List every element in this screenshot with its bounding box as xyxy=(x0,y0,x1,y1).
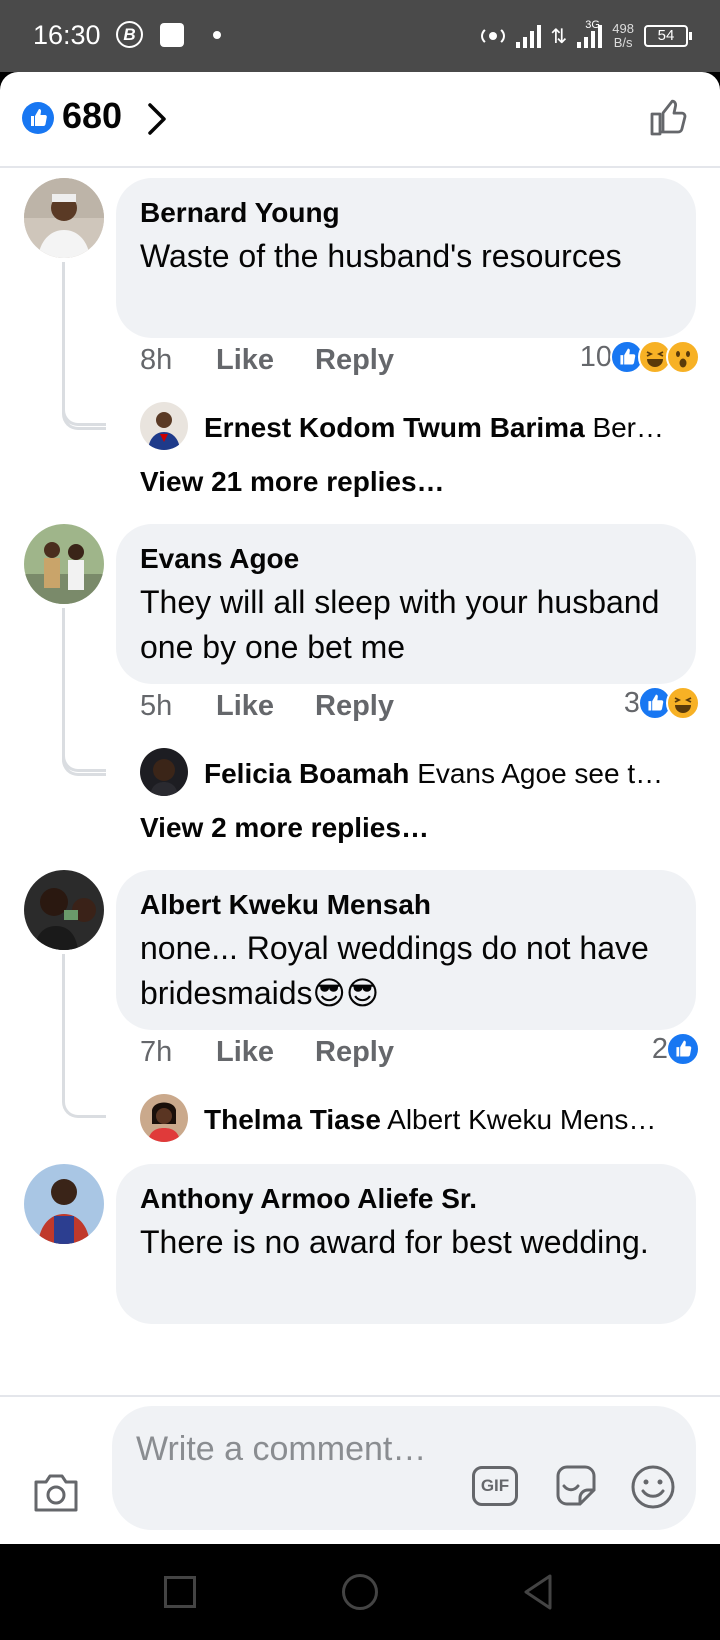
status-bar: 16:30 B ⇅ 3G 498 B/s 54 xyxy=(0,0,720,72)
avatar[interactable] xyxy=(24,870,104,950)
comment-actions: 8h Like Reply 10 xyxy=(140,340,700,384)
reply-button[interactable]: Reply xyxy=(315,1036,394,1069)
signal-icon xyxy=(515,24,541,48)
network-speed-unit: B/s xyxy=(613,35,633,50)
notification-square-icon xyxy=(160,23,184,47)
comment-bubble[interactable]: Bernard Young Waste of the husband's res… xyxy=(116,178,696,338)
comment-time: 8h xyxy=(140,344,173,376)
reaction-summary[interactable]: 3 xyxy=(624,686,700,720)
comment-text: none... Royal weddings do not have bride… xyxy=(140,930,649,1011)
comment-author[interactable]: Bernard Young xyxy=(140,196,670,230)
signal-3g-icon: 3G xyxy=(577,19,603,48)
notification-dot-icon xyxy=(213,31,221,39)
thread-line xyxy=(62,402,106,430)
like-button[interactable]: Like xyxy=(216,690,274,723)
comment-input[interactable]: Write a comment… xyxy=(136,1428,436,1470)
network-type-label: 3G xyxy=(585,19,600,31)
reply-author[interactable]: Thelma Tiase xyxy=(204,1104,381,1135)
reply-preview[interactable]: Thelma Tiase Albert Kweku Mens… xyxy=(140,1094,700,1144)
comment-time: 7h xyxy=(140,1036,173,1068)
reply-button[interactable]: Reply xyxy=(315,690,394,723)
reply-text: Albert Kweku Mens… xyxy=(387,1104,657,1135)
reply-author[interactable]: Ernest Kodom Twum Barima xyxy=(204,412,585,443)
network-speed: 498 B/s xyxy=(612,22,634,50)
wow-reaction-icon xyxy=(666,340,700,374)
view-more-replies[interactable]: View 21 more replies… xyxy=(140,466,445,498)
status-indicators: ⇅ 3G 498 B/s 54 xyxy=(480,14,692,58)
camera-icon[interactable] xyxy=(32,1472,80,1512)
comment-actions: 7h Like Reply 2 xyxy=(140,1032,700,1076)
comment-time: 5h xyxy=(140,690,173,722)
reactions-header: 680 xyxy=(0,72,720,168)
composer-divider xyxy=(0,1395,720,1397)
reply-text: Evans Agoe see t… xyxy=(417,758,664,789)
sticker-icon[interactable] xyxy=(552,1462,600,1510)
like-button[interactable]: Like xyxy=(216,1036,274,1069)
comment-text: Waste of the husband's resources xyxy=(140,238,622,274)
gif-button[interactable]: GIF xyxy=(472,1466,518,1506)
view-more-replies[interactable]: View 2 more replies… xyxy=(140,812,429,844)
comment-actions: 5h Like Reply 3 xyxy=(140,686,700,730)
recents-button[interactable] xyxy=(164,1576,196,1608)
status-time: 16:30 xyxy=(33,20,101,50)
haha-reaction-icon xyxy=(666,686,700,720)
emoji-icon[interactable] xyxy=(630,1464,676,1510)
thread-line xyxy=(62,748,106,776)
avatar[interactable] xyxy=(24,1164,104,1244)
data-arrows-icon: ⇅ xyxy=(550,25,568,48)
like-reaction-icon[interactable] xyxy=(22,102,54,134)
comment-text: They will all sleep with your husband on… xyxy=(140,584,660,665)
comment-author[interactable]: Anthony Armoo Aliefe Sr. xyxy=(140,1182,670,1216)
reaction-summary[interactable]: 10 xyxy=(580,340,700,374)
chevron-right-icon[interactable] xyxy=(144,102,172,136)
like-button[interactable]: Like xyxy=(216,344,274,377)
avatar[interactable] xyxy=(24,524,104,604)
comment-bubble[interactable]: Anthony Armoo Aliefe Sr. There is no awa… xyxy=(116,1164,696,1324)
comment-bubble[interactable]: Albert Kweku Mensah none... Royal weddin… xyxy=(116,870,696,1030)
avatar[interactable] xyxy=(140,1094,188,1142)
like-post-button[interactable] xyxy=(648,96,690,138)
comment-author[interactable]: Evans Agoe xyxy=(140,542,670,576)
comment-composer[interactable]: Write a comment… GIF xyxy=(112,1406,696,1530)
like-reaction-icon xyxy=(666,1032,700,1066)
avatar[interactable] xyxy=(140,748,188,796)
comment-author[interactable]: Albert Kweku Mensah xyxy=(140,888,670,922)
reply-text: Ber… xyxy=(592,412,665,443)
comment-bubble[interactable]: Evans Agoe They will all sleep with your… xyxy=(116,524,696,684)
thread-line xyxy=(62,954,106,1118)
back-button[interactable] xyxy=(520,1572,556,1612)
comments-sheet: 680 Bernard Young Waste of the husband's… xyxy=(0,72,720,1544)
reply-preview[interactable]: Ernest Kodom Twum Barima Ber… xyxy=(140,402,700,452)
reaction-summary[interactable]: 2 xyxy=(652,1032,700,1066)
b-app-icon: B xyxy=(116,21,143,48)
comment-text: There is no award for best wedding. xyxy=(140,1224,649,1260)
reply-author[interactable]: Felicia Boamah xyxy=(204,758,409,789)
battery-icon: 54 xyxy=(644,25,692,47)
reaction-count: 10 xyxy=(579,340,612,373)
total-reactions-count[interactable]: 680 xyxy=(62,95,122,137)
system-nav-bar xyxy=(0,1544,720,1640)
avatar[interactable] xyxy=(24,178,104,258)
home-button[interactable] xyxy=(342,1574,378,1610)
hotspot-icon xyxy=(480,23,506,49)
reply-button[interactable]: Reply xyxy=(315,344,394,377)
reply-preview[interactable]: Felicia Boamah Evans Agoe see t… xyxy=(140,748,700,798)
network-speed-value: 498 xyxy=(612,21,634,36)
avatar[interactable] xyxy=(140,402,188,450)
